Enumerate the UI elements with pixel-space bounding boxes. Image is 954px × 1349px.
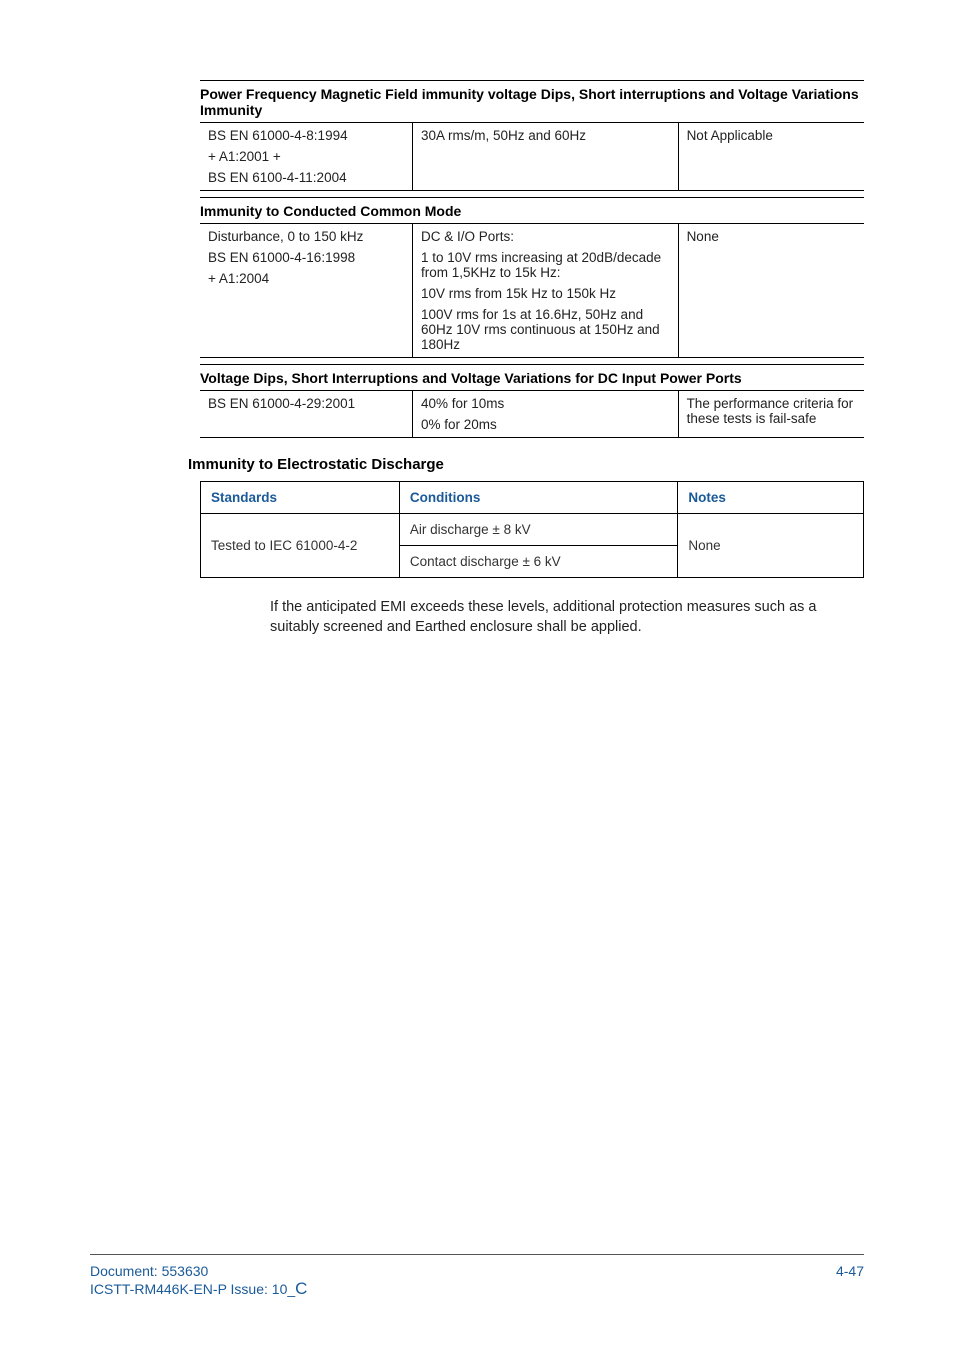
footer-issue-suffix: C [295,1279,307,1298]
cell-text: 0% for 20ms [421,417,670,432]
cell-text: Disturbance, 0 to 150 kHz [208,229,404,244]
cell-text: + A1:2004 [208,271,404,286]
cell-text: 100V rms for 1s at 16.6Hz, 50Hz and 60Hz… [421,307,670,352]
heading-esd: Immunity to Electrostatic Discharge [188,456,864,473]
footer-page-number: 4-47 [836,1263,864,1299]
cell-text: BS EN 61000-4-16:1998 [208,250,404,265]
body-paragraph: If the anticipated EMI exceeds these lev… [270,598,864,637]
footer-left: Document: 553630 ICSTT-RM446K-EN-P Issue… [90,1263,307,1299]
section-title-voltage-dips: Voltage Dips, Short Interruptions and Vo… [200,364,864,390]
table-power-freq: BS EN 61000-4-8:1994 + A1:2001 + BS EN 6… [200,122,864,191]
cell-text: 10V rms from 15k Hz to 150k Hz [421,286,670,301]
table-conducted: Disturbance, 0 to 150 kHz BS EN 61000-4-… [200,223,864,358]
page-footer: Document: 553630 ICSTT-RM446K-EN-P Issue… [90,1254,864,1299]
footer-issue: ICSTT-RM446K-EN-P Issue: 10_C [90,1279,307,1299]
cell-text: + A1:2001 + [208,149,404,164]
table-header: Notes [678,482,864,514]
cell-text: The performance criteria for these tests… [678,391,864,438]
cell-text: 30A rms/m, 50Hz and 60Hz [412,123,678,191]
cell-text: 40% for 10ms [421,396,670,411]
cell-text: Tested to IEC 61000-4-2 [201,514,400,578]
cell-text: BS EN 61000-4-8:1994 [208,128,404,143]
table-voltage-dips: BS EN 61000-4-29:2001 40% for 10ms 0% fo… [200,390,864,438]
cell-text: None [678,224,864,358]
cell-text: 1 to 10V rms increasing at 20dB/decade f… [421,250,670,280]
table-esd: Standards Conditions Notes Tested to IEC… [200,481,864,578]
table-header: Standards [201,482,400,514]
cell-text: BS EN 6100-4-11:2004 [208,170,404,185]
section-title-conducted: Immunity to Conducted Common Mode [200,197,864,223]
section-title-power-freq: Power Frequency Magnetic Field immunity … [200,80,864,122]
cell-text: None [678,514,864,578]
cell-text: DC & I/O Ports: [421,229,670,244]
cell-text: Air discharge ± 8 kV [399,514,677,546]
cell-text: Not Applicable [678,123,864,191]
cell-text: Contact discharge ± 6 kV [399,546,677,578]
footer-doc: Document: 553630 [90,1263,307,1279]
footer-issue-prefix: ICSTT-RM446K-EN-P Issue: 10_ [90,1281,295,1297]
cell-text: BS EN 61000-4-29:2001 [200,391,412,438]
table-header: Conditions [399,482,677,514]
